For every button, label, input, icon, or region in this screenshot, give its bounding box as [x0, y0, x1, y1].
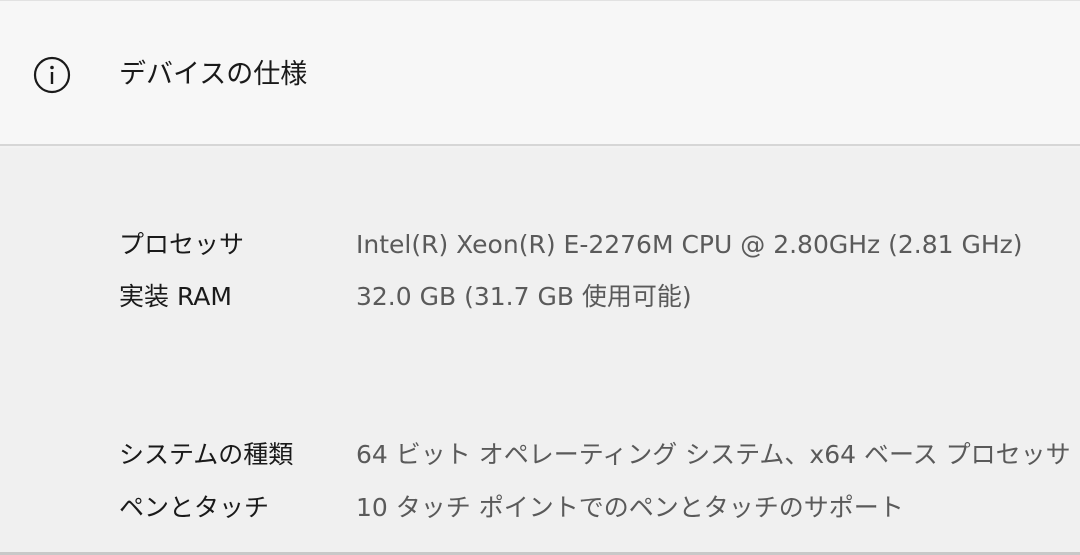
spec-label: システムの種類 [119, 440, 294, 469]
spec-value: 32.0 GB (31.7 GB 使用可能) [356, 282, 692, 311]
section-title: デバイスの仕様 [119, 59, 308, 90]
specs-list: プロセッサ Intel(R) Xeon(R) E-2276M CPU @ 2.8… [0, 148, 1080, 555]
device-specs-header[interactable]: デバイスの仕様 [0, 0, 1080, 146]
spec-value: 64 ビット オペレーティング システム、x64 ベース プロセッサ [356, 440, 1071, 469]
spec-label: 実装 RAM [119, 282, 232, 311]
spec-row-ram: 実装 RAM 32.0 GB (31.7 GB 使用可能) [0, 279, 1080, 315]
spec-row-pen-touch: ペンとタッチ 10 タッチ ポイントでのペンとタッチのサポート [0, 490, 1080, 526]
spec-value: 10 タッチ ポイントでのペンとタッチのサポート [356, 493, 904, 522]
spec-row-system-type: システムの種類 64 ビット オペレーティング システム、x64 ベース プロセ… [0, 437, 1080, 473]
spec-value: Intel(R) Xeon(R) E-2276M CPU @ 2.80GHz (… [356, 230, 1023, 259]
info-icon [33, 56, 71, 94]
spec-row-processor: プロセッサ Intel(R) Xeon(R) E-2276M CPU @ 2.8… [0, 227, 1080, 263]
device-specs-page: デバイスの仕様 プロセッサ Intel(R) Xeon(R) E-2276M C… [0, 0, 1080, 555]
spec-label: ペンとタッチ [119, 493, 270, 522]
spec-label: プロセッサ [119, 230, 245, 259]
